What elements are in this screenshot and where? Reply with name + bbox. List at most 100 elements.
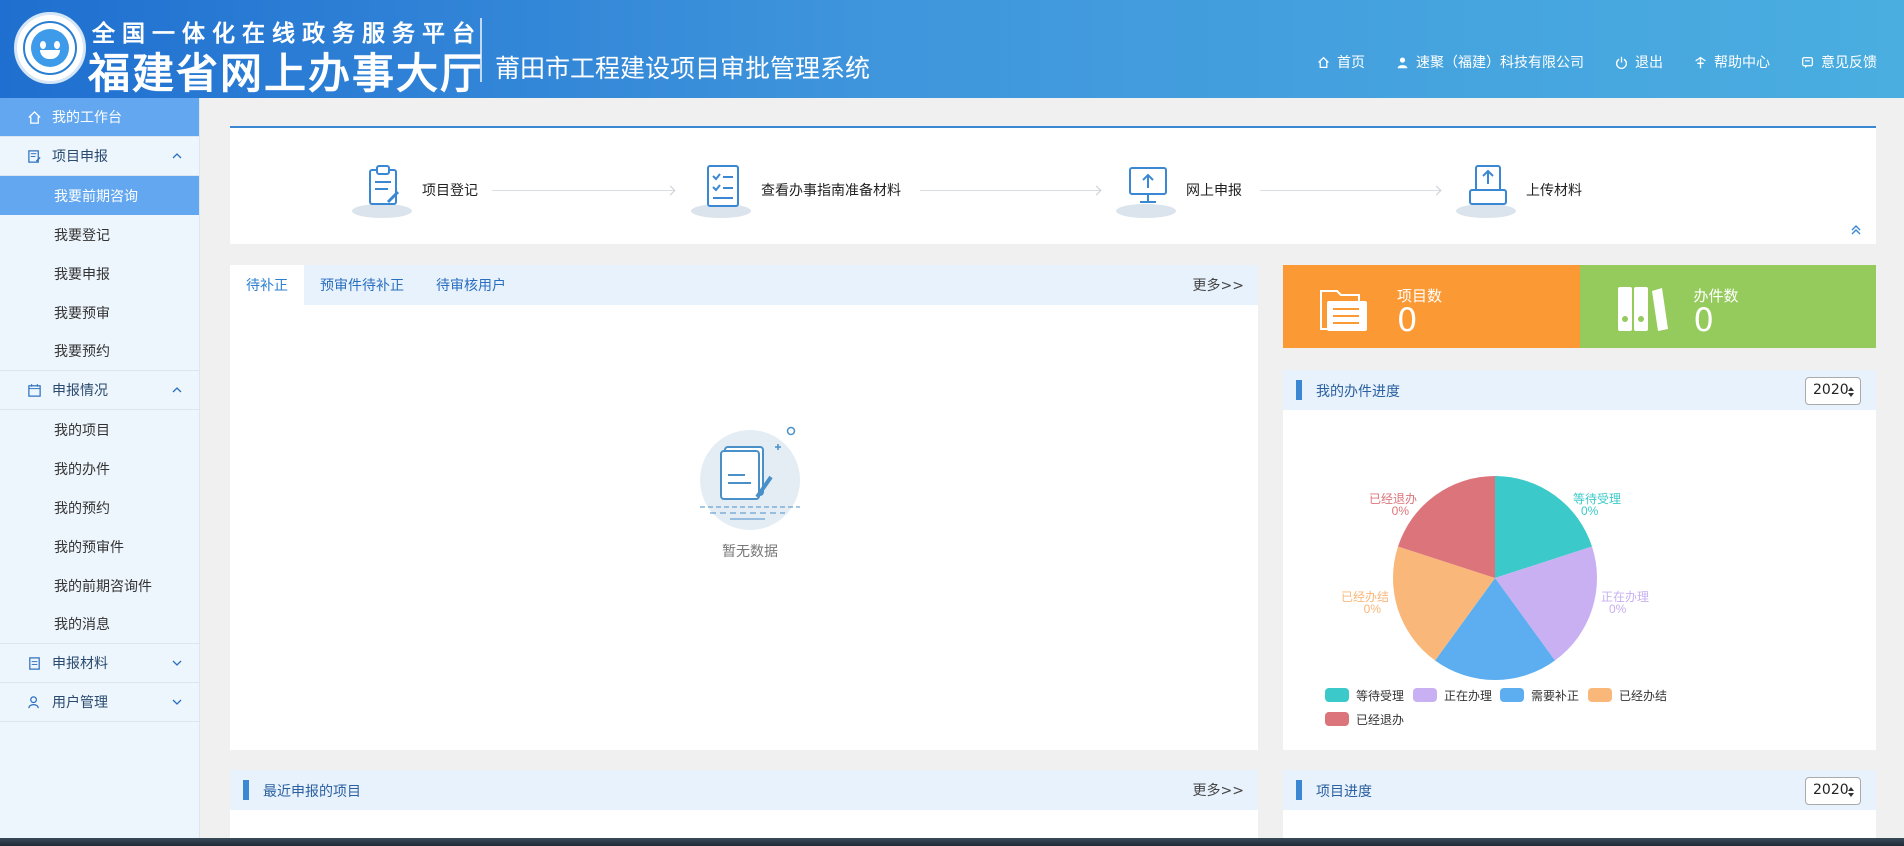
binders-icon xyxy=(1617,287,1668,331)
header: 全国一体化在线政务服务平台 福建省网上办事大厅 莆田市工程建设项目审批管理系统 … xyxy=(0,0,1904,98)
slice-percent: 0% xyxy=(1497,664,1515,678)
panel-header: 项目进度 2020 xyxy=(1283,770,1876,810)
empty-document-icon xyxy=(700,426,800,520)
legend-item[interactable]: 正在办理 xyxy=(1413,688,1492,703)
slice-percent: 0% xyxy=(1581,504,1599,518)
legend-swatch xyxy=(1325,688,1349,702)
step-guide[interactable]: 查看办事指南准备材料 xyxy=(689,162,901,218)
sidebar-item-label: 我的工作台 xyxy=(52,110,122,126)
sidebar-item-register[interactable]: 我要登记 xyxy=(0,215,199,254)
nav-user[interactable]: 速聚（福建）科技有限公司 xyxy=(1396,52,1584,72)
sidebar-item-my-messages[interactable]: 我的消息 xyxy=(0,605,199,644)
more-link[interactable]: 更多>> xyxy=(1193,275,1244,295)
sidebar-item-my-cases[interactable]: 我的办件 xyxy=(0,449,199,488)
logo xyxy=(14,12,86,84)
checklist-icon xyxy=(707,165,739,207)
step-label: 查看办事指南准备材料 xyxy=(761,183,901,199)
empty-text: 暂无数据 xyxy=(722,544,778,560)
step-online-apply[interactable]: 网上申报 xyxy=(1114,162,1242,218)
nav-feedback[interactable]: 意见反馈 xyxy=(1801,52,1877,72)
tab-bar: 待补正 预审件待补正 待审核用户 更多>> xyxy=(230,265,1258,305)
chevron-down-icon xyxy=(172,660,182,666)
chevron-down-icon xyxy=(172,699,182,705)
nav-help[interactable]: 帮助中心 xyxy=(1694,52,1770,72)
sidebar-item-apply[interactable]: 我要申报 xyxy=(0,254,199,293)
legend-item[interactable]: 已经退办 xyxy=(1325,712,1404,727)
sidebar: 我的工作台 项目申报 我要前期咨询 我要登记 我要申报 我要预审 我要预约 申报… xyxy=(0,98,200,846)
year-select[interactable]: 2020 xyxy=(1805,777,1861,805)
step-connector xyxy=(920,190,1100,191)
step-connector xyxy=(492,190,674,191)
step-label: 网上申报 xyxy=(1186,183,1242,199)
clipboard-icon xyxy=(369,165,400,205)
nav-logout-label: 退出 xyxy=(1635,55,1663,71)
legend-label: 等待受理 xyxy=(1356,689,1404,703)
sidebar-item-my-pre-reviews[interactable]: 我的预审件 xyxy=(0,527,199,566)
step-register[interactable]: 项目登记 xyxy=(350,162,478,218)
step-connector xyxy=(1260,190,1440,191)
panel-header: 我的办件进度 2020 xyxy=(1283,370,1876,410)
sidebar-group-apply-status[interactable]: 申报情况 xyxy=(0,371,199,410)
panel-title: 最近申报的项目 xyxy=(263,784,361,800)
year-select[interactable]: 2020 xyxy=(1805,377,1861,405)
select-arrows-icon xyxy=(1848,787,1854,797)
legend-item[interactable]: 已经办结 xyxy=(1588,688,1667,703)
stat-card-projects[interactable]: 项目数 0 xyxy=(1283,265,1580,348)
legend-label: 已经退办 xyxy=(1356,712,1404,727)
process-steps: 项目登记 查看办事指南准备材料 网上申报 上传材料 xyxy=(230,126,1876,244)
tab-to-correct[interactable]: 待补正 xyxy=(230,265,304,305)
sidebar-item-workbench[interactable]: 我的工作台 xyxy=(0,98,199,137)
panel-title: 项目进度 xyxy=(1316,784,1372,800)
folder-icon xyxy=(1320,290,1367,331)
sidebar-item-my-pre-consults[interactable]: 我的前期咨询件 xyxy=(0,566,199,605)
year-select-value: 2020 xyxy=(1813,782,1849,798)
collapse-up-icon[interactable] xyxy=(1850,224,1862,236)
step-upload[interactable]: 上传材料 xyxy=(1454,162,1582,218)
window-edge xyxy=(0,838,1904,846)
panel-title: 我的办件进度 xyxy=(1316,384,1400,400)
feedback-icon xyxy=(1801,56,1814,68)
project-progress-panel: 项目进度 2020 xyxy=(1283,770,1876,846)
chevron-up-icon xyxy=(172,387,182,393)
nav-feedback-label: 意见反馈 xyxy=(1821,55,1877,71)
nav-help-label: 帮助中心 xyxy=(1714,55,1770,71)
sidebar-group-materials[interactable]: 申报材料 xyxy=(0,644,199,683)
top-nav: 首页 速聚（福建）科技有限公司 退出 帮助中心 意见反馈 xyxy=(1317,52,1877,72)
nav-home[interactable]: 首页 xyxy=(1317,52,1365,72)
sidebar-item-pre-consult[interactable]: 我要前期咨询 xyxy=(0,176,199,215)
sidebar-item-my-appointments[interactable]: 我的预约 xyxy=(0,488,199,527)
legend-item[interactable]: 等待受理 xyxy=(1325,688,1404,703)
more-link[interactable]: 更多>> xyxy=(1193,780,1244,800)
system-name: 莆田市工程建设项目审批管理系统 xyxy=(495,54,871,83)
power-icon xyxy=(1615,56,1628,69)
calendar-icon xyxy=(28,383,41,397)
step-label: 项目登记 xyxy=(422,183,478,199)
tab-pre-review-to-correct[interactable]: 预审件待补正 xyxy=(304,265,420,305)
upload-box-icon xyxy=(1469,165,1507,205)
sidebar-item-my-projects[interactable]: 我的项目 xyxy=(0,410,199,449)
tab-pending-users[interactable]: 待审核用户 xyxy=(420,265,522,305)
case-progress-panel: 我的办件进度 2020 等待受理 0% 正在办理 0% 需要补正 0% 已经办结 0% 已经退办… xyxy=(1283,370,1876,750)
monitor-upload-icon xyxy=(1129,167,1167,203)
sidebar-group-label: 项目申报 xyxy=(52,149,108,165)
user-icon xyxy=(1397,56,1408,68)
sidebar-group-user-management[interactable]: 用户管理 xyxy=(0,683,199,722)
year-select-value: 2020 xyxy=(1813,382,1849,398)
form-edit-icon xyxy=(28,149,41,163)
slice-percent: 0% xyxy=(1392,504,1410,518)
stat-card-cases[interactable]: 办件数 0 xyxy=(1579,265,1876,348)
legend-swatch xyxy=(1588,688,1612,702)
sidebar-item-pre-review[interactable]: 我要预审 xyxy=(0,293,199,332)
legend-item[interactable]: 需要补正 xyxy=(1500,688,1579,703)
nav-user-label: 速聚（福建）科技有限公司 xyxy=(1416,55,1584,71)
legend-swatch xyxy=(1500,688,1524,702)
panel-header: 最近申报的项目 更多>> xyxy=(230,770,1258,810)
sidebar-item-appointment[interactable]: 我要预约 xyxy=(0,332,199,371)
slice-percent: 0% xyxy=(1364,602,1382,616)
empty-state: 暂无数据 xyxy=(690,425,810,561)
stat-value: 0 xyxy=(1397,301,1418,339)
chevron-up-icon xyxy=(172,153,182,159)
home-icon xyxy=(28,110,41,124)
nav-logout[interactable]: 退出 xyxy=(1615,52,1663,72)
sidebar-group-project-apply[interactable]: 项目申报 xyxy=(0,137,199,176)
